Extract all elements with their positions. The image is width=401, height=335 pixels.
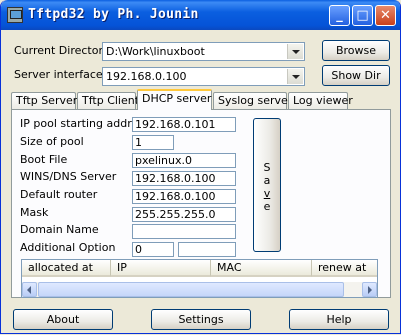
maximize-icon: □: [356, 8, 369, 23]
mask-value: 255.255.255.0: [135, 208, 216, 221]
window-title: Tftpd32 by Ph. Jounin: [28, 7, 199, 22]
tab-tftp-client[interactable]: Tftp Client: [77, 92, 140, 109]
tab-dhcp-server[interactable]: DHCP server: [137, 89, 212, 110]
server-interfaces-label: Server interfaces: [14, 68, 109, 81]
tab-syslog-server[interactable]: Syslog server: [213, 92, 292, 109]
save-letter: S: [263, 161, 271, 174]
mask-input[interactable]: 255.255.255.0: [132, 207, 236, 222]
scroll-right-icon[interactable]: [362, 282, 377, 297]
tab-label: Log viewer: [293, 94, 353, 107]
current-directory-combo[interactable]: D:\Work\linuxboot: [102, 42, 305, 61]
current-directory-label: Current Directory: [14, 44, 110, 57]
default-router-input[interactable]: 192.168.0.100: [132, 189, 236, 204]
settings-button-label: Settings: [178, 313, 224, 326]
tab-tftp-server[interactable]: Tftp Server: [11, 92, 78, 109]
scrollbar-thumb[interactable]: [38, 282, 344, 297]
ip-pool-start-label: IP pool starting address: [20, 117, 150, 130]
main-window: Tftpd32 by Ph. Jounin _ □ ✕ Current Dire…: [0, 0, 401, 334]
tab-label: Tftp Server: [16, 94, 78, 107]
show-dir-button[interactable]: Show Dir: [322, 65, 390, 86]
maximize-button[interactable]: □: [352, 5, 373, 26]
boot-file-value: pxelinux.0: [135, 154, 192, 167]
tab-log-viewer[interactable]: Log viewer: [288, 92, 353, 109]
domain-name-label: Domain Name: [20, 223, 99, 236]
wins-dns-value: 192.168.0.100: [135, 172, 216, 185]
ip-pool-start-value: 192.168.0.101: [135, 118, 216, 131]
additional-option-value-input[interactable]: [178, 242, 236, 257]
show-dir-button-label: Show Dir: [331, 69, 381, 82]
chevron-down-icon[interactable]: [287, 44, 303, 59]
wins-dns-label: WINS/DNS Server: [20, 170, 117, 183]
save-button[interactable]: S a v e: [253, 118, 281, 252]
pool-size-value: 1: [135, 136, 142, 149]
tab-label: DHCP server: [142, 92, 212, 105]
mask-label: Mask: [20, 206, 49, 219]
about-button[interactable]: About: [13, 309, 113, 330]
about-button-label: About: [46, 313, 80, 326]
save-letter: v: [263, 187, 271, 200]
pool-size-label: Size of pool: [20, 135, 84, 148]
help-button-label: Help: [326, 313, 352, 326]
server-interfaces-combo[interactable]: 192.168.0.100: [102, 67, 305, 86]
column-header-ip[interactable]: IP: [111, 260, 211, 277]
minimize-button[interactable]: _: [329, 5, 350, 26]
pool-size-input[interactable]: 1: [132, 135, 174, 150]
horizontal-scrollbar[interactable]: [22, 282, 377, 297]
browse-button[interactable]: Browse: [322, 40, 390, 61]
boot-file-input[interactable]: pxelinux.0: [132, 153, 236, 168]
close-button[interactable]: ✕: [375, 5, 396, 26]
default-router-value: 192.168.0.100: [135, 190, 216, 203]
ip-pool-start-input[interactable]: 192.168.0.101: [132, 117, 236, 132]
additional-option-code-input[interactable]: 0: [132, 242, 174, 257]
boot-file-label: Boot File: [20, 153, 68, 166]
title-bar[interactable]: Tftpd32 by Ph. Jounin _ □ ✕: [1, 0, 400, 30]
tftpd-app-icon[interactable]: [7, 7, 23, 23]
additional-option-code-value: 0: [135, 243, 142, 256]
column-header-allocated-at[interactable]: allocated at: [22, 260, 111, 277]
tab-label: Syslog server: [218, 94, 293, 107]
scroll-left-icon[interactable]: [22, 282, 37, 297]
minimize-icon: _: [336, 8, 343, 23]
default-router-label: Default router: [20, 188, 98, 201]
additional-option-label: Additional Option: [20, 241, 116, 254]
tab-label: Tftp Client: [82, 94, 140, 107]
current-directory-value: D:\Work\linuxboot: [106, 45, 205, 58]
close-icon: ✕: [380, 8, 391, 23]
save-letter: e: [263, 200, 271, 213]
dhcp-lease-list[interactable]: allocated at IP MAC renew at: [21, 259, 378, 298]
domain-name-input[interactable]: [132, 224, 236, 239]
settings-button[interactable]: Settings: [151, 309, 251, 330]
browse-button-label: Browse: [335, 44, 377, 57]
server-interfaces-value: 192.168.0.100: [106, 70, 187, 83]
save-letter: a: [263, 174, 271, 187]
wins-dns-input[interactable]: 192.168.0.100: [132, 171, 236, 186]
help-button[interactable]: Help: [289, 309, 389, 330]
column-header-renew-at[interactable]: renew at: [312, 260, 377, 277]
chevron-down-icon[interactable]: [287, 69, 303, 84]
column-header-mac[interactable]: MAC: [211, 260, 312, 277]
save-button-label: S a v e: [254, 161, 280, 213]
